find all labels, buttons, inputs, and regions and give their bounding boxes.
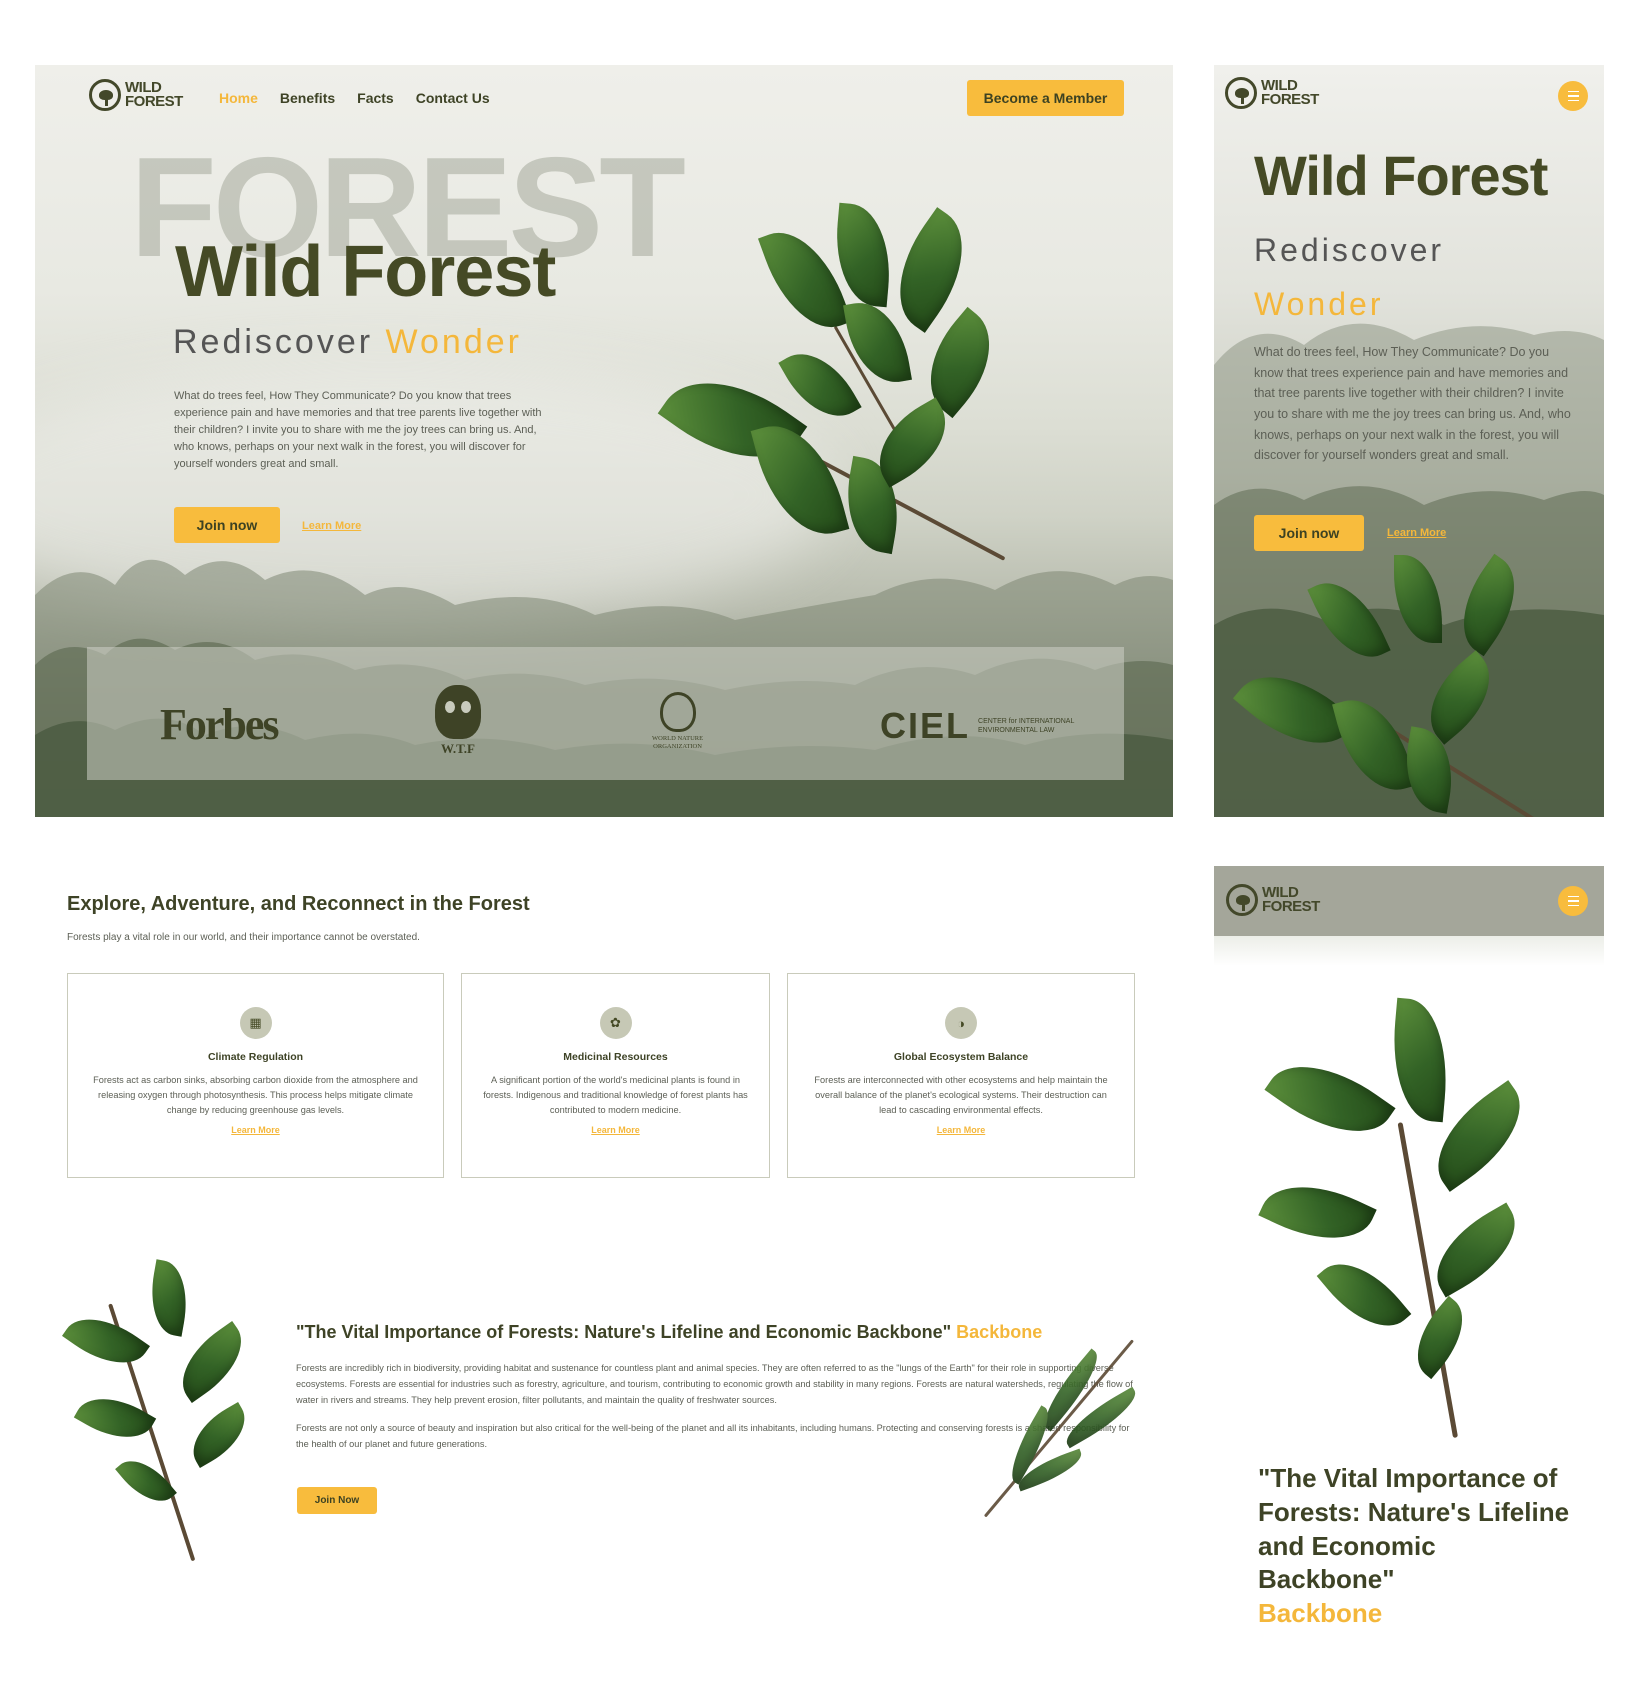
- tree-logo-icon: [1225, 77, 1257, 109]
- globe-icon: ◑: [945, 1007, 977, 1039]
- hero-paragraph: What do trees feel, How They Communicate…: [1254, 345, 1571, 463]
- tree-logo-icon: [89, 79, 121, 111]
- tree-logo-icon: [1226, 884, 1258, 916]
- hero-paragraph: What do trees feel, How They Communicate…: [174, 390, 542, 471]
- card-medicinal: ✿ Medicinal Resources A significant port…: [461, 973, 770, 1178]
- panda-icon: [435, 685, 481, 739]
- explore-title: Explore, Adventure, and Reconnect in the…: [67, 893, 530, 915]
- brand-logo[interactable]: WILD FOREST: [1225, 77, 1319, 109]
- sprig-image-left: [62, 1259, 260, 1562]
- join-now-button[interactable]: Join now: [1254, 515, 1364, 551]
- wreath-icon: [659, 692, 696, 732]
- card-learn-more-link[interactable]: Learn More: [788, 1125, 1134, 1135]
- become-member-button[interactable]: Become a Member: [967, 80, 1124, 116]
- mobile-vital-title: "The Vital Importance of Forests: Nature…: [1258, 1463, 1570, 1629]
- join-now-button[interactable]: Join now: [174, 507, 280, 543]
- hero-title: Wild Forest: [175, 232, 556, 312]
- hero-subtitle: Rediscover Wonder: [1254, 232, 1445, 322]
- card-title: Medicinal Resources: [563, 1051, 668, 1063]
- mobile-header-bar: WILD FOREST: [1214, 866, 1604, 936]
- card-title: Global Ecosystem Balance: [893, 1051, 1029, 1063]
- card-text: Forests act as carbon sinks, absorbing c…: [93, 1075, 418, 1116]
- world-nature-org-logo: WORLD NATURE ORGANIZATION: [652, 692, 703, 751]
- join-now-button[interactable]: Join Now: [297, 1487, 377, 1514]
- header-shadow: [1214, 936, 1604, 966]
- leaf-branch-image: [1232, 553, 1594, 817]
- desktop-hero: WILD FOREST Home Benefits Facts Contact U…: [35, 65, 1173, 817]
- brand-wordmark: WILD FOREST: [125, 79, 183, 110]
- partner-logo-strip: Forbes W.T.F WORLD NATURE ORGANIZATION CI…: [87, 647, 1124, 780]
- learn-more-link[interactable]: Learn More: [302, 520, 361, 532]
- learn-more-link[interactable]: Learn More: [1387, 527, 1446, 539]
- brand-logo[interactable]: WILD FOREST: [1226, 884, 1320, 916]
- wtf-logo: W.T.F: [435, 685, 481, 757]
- tea-sprig-image: [1258, 997, 1542, 1440]
- sprig-image-right: [980, 1325, 1160, 1525]
- paw-icon: ✿: [599, 1007, 632, 1039]
- explore-subtitle: Forests play a vital role in our world, …: [67, 932, 420, 943]
- mobile-hero: WILD FOREST Wild Forest Rediscover Wonder …: [1214, 65, 1604, 817]
- card-learn-more-link[interactable]: Learn More: [68, 1125, 443, 1135]
- card-ecosystem: ◑ Global Ecosystem Balance Forests are i…: [787, 973, 1135, 1178]
- menu-icon[interactable]: [1558, 81, 1588, 111]
- vital-title: "The Vital Importance of Forests: Nature…: [296, 1322, 1043, 1342]
- brand-wordmark: WILD FOREST: [1262, 884, 1320, 915]
- ciel-logo: CIEL CENTER for INTERNATIONAL ENVIRONMENT…: [880, 705, 1075, 746]
- card-text: Forests are interconnected with other ec…: [814, 1075, 1108, 1116]
- menu-icon[interactable]: [1558, 886, 1588, 916]
- nav-benefits[interactable]: Benefits: [280, 90, 335, 106]
- hero-title: Wild Forest: [1254, 144, 1548, 207]
- nav-contact[interactable]: Contact Us: [416, 90, 490, 106]
- card-title: Climate Regulation: [207, 1051, 304, 1063]
- card-learn-more-link[interactable]: Learn More: [462, 1125, 769, 1135]
- nav-facts[interactable]: Facts: [357, 90, 394, 106]
- leaf-branch-image: [655, 202, 1095, 625]
- brand-wordmark: WILD FOREST: [1261, 77, 1319, 108]
- card-text: A significant portion of the world's med…: [483, 1075, 748, 1116]
- nav-home[interactable]: Home: [219, 90, 258, 106]
- building-icon: ▦: [239, 1007, 272, 1039]
- card-climate: ▦ Climate Regulation Forests act as carb…: [67, 973, 444, 1178]
- brand-logo[interactable]: WILD FOREST: [89, 79, 183, 111]
- forbes-logo: Forbes: [160, 700, 280, 749]
- main-nav: Home Benefits Facts Contact Us: [219, 90, 490, 106]
- hero-subtitle: Rediscover Wonder: [173, 323, 522, 361]
